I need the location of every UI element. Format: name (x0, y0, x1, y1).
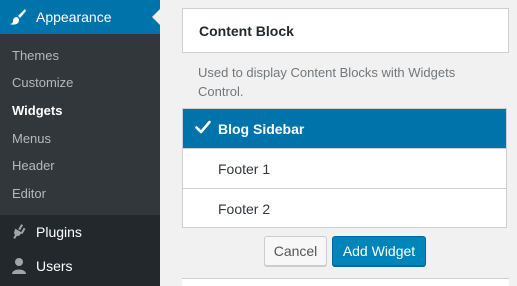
paintbrush-icon (8, 7, 28, 27)
cancel-button[interactable]: Cancel (264, 236, 327, 266)
submenu-item-customize[interactable]: Customize (12, 75, 73, 90)
submenu-item-themes[interactable]: Themes (12, 48, 59, 63)
submenu-item-editor[interactable]: Editor (12, 186, 46, 201)
sidebar-choice-footer-1[interactable]: Footer 1 (183, 149, 506, 189)
menu-label-users: Users (36, 258, 73, 274)
user-icon (9, 256, 29, 276)
submenu-item-header[interactable]: Header (12, 158, 55, 173)
choice-label: Footer 1 (218, 161, 271, 177)
menu-item-plugins[interactable]: Plugins (0, 218, 160, 248)
current-menu-arrow (152, 9, 160, 25)
menu-label-plugins: Plugins (36, 224, 82, 240)
admin-sidebar: Appearance Themes Customize Widgets Menu… (0, 0, 160, 286)
widgets-main: Content Block Used to display Content Bl… (160, 0, 517, 286)
plugin-icon (9, 222, 29, 242)
appearance-submenu: Themes Customize Widgets Menus Header Ed… (0, 34, 160, 215)
sidebar-choice-blog-sidebar[interactable]: Blog Sidebar (183, 109, 506, 149)
checkmark-icon (195, 119, 211, 138)
menu-item-users[interactable]: Users (0, 252, 160, 282)
submenu-item-widgets[interactable]: Widgets (12, 103, 62, 118)
sidebar-choice-footer-2[interactable]: Footer 2 (183, 189, 506, 227)
add-widget-button[interactable]: Add Widget (332, 236, 426, 266)
widget-header[interactable]: Content Block (182, 8, 509, 53)
choice-label: Footer 2 (218, 201, 271, 217)
sidebar-chooser: Blog Sidebar Footer 1 Footer 2 (182, 108, 507, 228)
menu-label-appearance: Appearance (36, 9, 112, 25)
widget-title: Content Block (199, 23, 294, 39)
widget-description: Used to display Content Blocks with Widg… (198, 65, 456, 99)
submenu-item-menus[interactable]: Menus (12, 131, 51, 146)
next-widget-edge (182, 278, 509, 286)
choice-label: Blog Sidebar (218, 121, 305, 137)
menu-item-appearance[interactable]: Appearance (0, 0, 160, 34)
